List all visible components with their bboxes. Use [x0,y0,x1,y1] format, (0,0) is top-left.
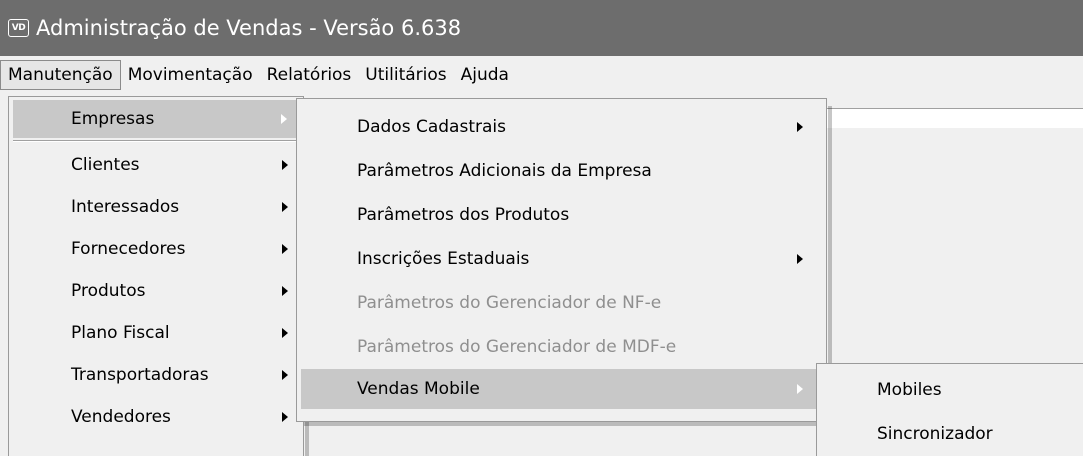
menu-item-plano-fiscal[interactable]: Plano Fiscal [9,312,303,354]
submenu-arrow-icon [282,286,288,296]
menu-item-mobiles[interactable]: Mobiles [817,368,1083,412]
menu-item-label: Fornecedores [71,239,186,259]
menu-item-vendas-mobile[interactable]: Vendas Mobile [301,369,822,409]
menu-item-empresas[interactable]: Empresas [13,100,299,138]
menu-item-transportadoras[interactable]: Transportadoras [9,354,303,396]
menu-item-label: Vendedores [71,407,171,427]
menu-item-produtos[interactable]: Produtos [9,270,303,312]
window-title: Administração de Vendas - Versão 6.638 [36,16,462,40]
submenu-arrow-icon [797,122,803,132]
menu-item-fornecedores[interactable]: Fornecedores [9,228,303,270]
menu-item-inscricoes-estaduais[interactable]: Inscrições Estaduais [297,237,826,281]
menu-separator [13,140,299,142]
submenu-arrow-icon [282,370,288,380]
submenu-arrow-icon [282,412,288,422]
menu-item-label: Parâmetros do Gerenciador de NF-e [357,293,662,313]
menu-item-dados-cadastrais[interactable]: Dados Cadastrais [297,105,826,149]
menu-item-label: Empresas [71,109,155,129]
menu-item-parametros-adicionais[interactable]: Parâmetros Adicionais da Empresa [297,149,826,193]
menu-ajuda[interactable]: Ajuda [454,60,516,90]
menu-item-label: Sincronizador [877,424,993,444]
menu-item-clientes[interactable]: Clientes [9,144,303,186]
menu-item-label: Plano Fiscal [71,323,170,343]
menu-item-gerenciador-mdfe: Parâmetros do Gerenciador de MDF-e [297,325,826,369]
submenu-arrow-icon [282,328,288,338]
vendas-mobile-submenu: Mobiles Sincronizador [816,363,1083,456]
app-icon[interactable]: VD [8,19,29,37]
menu-movimentacao[interactable]: Movimentação [121,60,260,90]
menu-item-label: Transportadoras [71,365,209,385]
menu-item-vendedores[interactable]: Vendedores [9,396,303,438]
menu-item-label: Mobiles [877,380,942,400]
content-area [825,108,1083,128]
title-bar: VD Administração de Vendas - Versão 6.63… [0,0,1083,56]
menu-item-label: Dados Cadastrais [357,117,506,137]
empresas-submenu: Dados Cadastrais Parâmetros Adicionais d… [296,98,827,422]
submenu-arrow-icon [282,160,288,170]
submenu-arrow-icon [282,202,288,212]
menu-item-label: Produtos [71,281,146,301]
menu-item-label: Parâmetros Adicionais da Empresa [357,161,652,181]
manutencao-dropdown: Empresas Clientes Interessados Fornecedo… [8,96,304,456]
menu-manutencao[interactable]: Manutenção [0,60,121,90]
menu-relatorios[interactable]: Relatórios [260,60,359,90]
menu-utilitarios[interactable]: Utilitários [358,60,453,90]
menu-item-label: Clientes [71,155,140,175]
menu-item-interessados[interactable]: Interessados [9,186,303,228]
menu-bar: Manutenção Movimentação Relatórios Utili… [0,56,1083,94]
menu-item-parametros-produtos[interactable]: Parâmetros dos Produtos [297,193,826,237]
submenu-arrow-icon [797,384,803,394]
submenu-arrow-icon [797,254,803,264]
menu-item-label: Vendas Mobile [357,379,480,399]
menu-item-label: Inscrições Estaduais [357,249,530,269]
menu-item-sincronizador[interactable]: Sincronizador [817,412,1083,456]
menu-item-label: Parâmetros do Gerenciador de MDF-e [357,337,677,357]
menu-item-label: Parâmetros dos Produtos [357,205,570,225]
menu-item-label: Interessados [71,197,180,217]
submenu-arrow-icon [282,244,288,254]
menu-item-gerenciador-nfe: Parâmetros do Gerenciador de NF-e [297,281,826,325]
submenu-arrow-icon [281,114,287,124]
